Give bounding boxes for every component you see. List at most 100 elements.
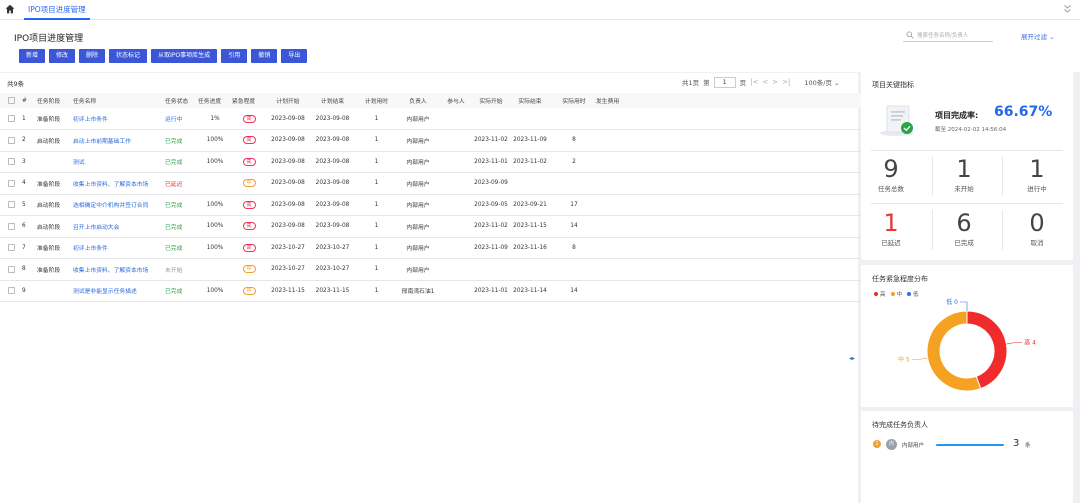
row-checkbox[interactable]	[0, 215, 22, 238]
table-row[interactable]: 5 启动阶段 选相确定中介机构并签订合同 已完成 100% 高 2023-09-08 2023…	[0, 194, 896, 216]
legend-item-medium[interactable]: 中	[890, 290, 902, 298]
row-checkbox[interactable]	[0, 172, 22, 195]
row-checkbox[interactable]	[0, 108, 22, 130]
participants-cell	[438, 215, 474, 238]
row-checkbox[interactable]	[0, 280, 22, 302]
col-plan-end[interactable]: 计划结束	[310, 93, 355, 108]
stat-cancelled[interactable]: 0 取消	[1007, 210, 1067, 247]
col-cost[interactable]: 发生费用	[596, 93, 640, 108]
stat-delayed[interactable]: 1 已延迟	[861, 210, 921, 247]
col-progress[interactable]: 任务进度	[198, 93, 232, 108]
stat-total[interactable]: 9 任务总数	[861, 156, 921, 193]
col-plan-start[interactable]: 计划开始	[266, 93, 310, 108]
table-row[interactable]: 8 准备阶段 收集上市资料、了解资本市场 未开始 中 2023-10-27 2023-10-…	[0, 258, 896, 281]
col-act-end[interactable]: 实际结束	[508, 93, 552, 108]
last-page-icon[interactable]: >|	[782, 78, 790, 86]
task-name-link[interactable]: 选相确定中介机构并签订合同	[73, 194, 165, 216]
plan-end-cell: 2023-10-27	[310, 237, 355, 259]
act-end-cell	[508, 108, 552, 130]
stat-label: 未开始	[954, 185, 974, 193]
task-name-link[interactable]: 收集上市资料、了解资本市场	[73, 172, 165, 195]
reference-button[interactable]: 引用	[221, 49, 248, 63]
prev-page-icon[interactable]: <	[762, 78, 768, 86]
table-row[interactable]: 4 准备阶段 收集上市资料、了解资本市场 已延迟中 2023-09-08 2023-09-…	[0, 172, 896, 195]
status-cell: 已完成	[165, 237, 198, 259]
col-owner[interactable]: 负责人	[398, 93, 438, 108]
task-name-link[interactable]: 测试是非能显示任务描述	[73, 280, 165, 302]
owner-cell: 内部用户	[398, 108, 438, 130]
add-button[interactable]: 新增	[19, 49, 46, 63]
col-status[interactable]: 任务状态	[165, 93, 198, 108]
task-name-link[interactable]: 初评上市条件	[73, 237, 165, 259]
row-checkbox[interactable]	[0, 258, 22, 281]
legend-item-low[interactable]: 低	[907, 290, 919, 298]
next-page-icon[interactable]: >	[772, 78, 778, 86]
plan-start-cell: 2023-09-08	[266, 215, 310, 238]
act-days-cell: 17	[552, 194, 596, 216]
delete-button[interactable]: 删除	[79, 49, 106, 63]
plan-days-cell: 1	[355, 108, 398, 130]
priority-chart-card: 高 4 中 5 低 0 任务紧急程度分布 高 中 低	[861, 265, 1073, 407]
task-name-link[interactable]: 初评上市条件	[73, 108, 165, 130]
tab-ipo-progress[interactable]: IPO项目进度管理	[24, 2, 90, 20]
act-start-cell	[474, 108, 508, 130]
col-task-name[interactable]: 任务名称	[73, 93, 165, 108]
task-name-link[interactable]: 测试	[73, 151, 165, 173]
stat-done[interactable]: 6 已完成	[934, 210, 994, 247]
status-mark-button[interactable]: 状态标记	[109, 49, 148, 63]
plan-end-cell: 2023-09-08	[310, 151, 355, 173]
table-row[interactable]: 1 准备阶段 初评上市条件 运行中 1% 高 2023-09-08 2023-09-08 1 内部…	[0, 108, 896, 130]
select-all-checkbox[interactable]	[0, 93, 22, 108]
row-checkbox[interactable]	[0, 129, 22, 152]
stage-cell: 准备阶段	[37, 108, 73, 130]
stage-cell	[37, 151, 73, 173]
col-act-days[interactable]: 实际用时	[552, 93, 596, 108]
expand-filter-button[interactable]: 展开过滤 ⌄	[1021, 31, 1055, 41]
status-cell: 已延迟	[165, 172, 198, 195]
table-row[interactable]: 6 启动阶段 召开上市启动大会 已完成 100% 高 2023-09-08 2023-09-0…	[0, 215, 896, 238]
search-input[interactable]: 搜索任务名称/负责人	[903, 28, 993, 42]
progress-cell: 1%	[198, 108, 232, 130]
col-plan-days[interactable]: 计划用时	[355, 93, 398, 108]
legend-item-high[interactable]: 高	[874, 290, 886, 298]
collapse-icon[interactable]	[1063, 4, 1072, 14]
home-icon[interactable]	[5, 4, 15, 14]
task-name-link[interactable]: 收集上市资料、了解资本市场	[73, 258, 165, 281]
col-participants[interactable]: 参与人	[438, 93, 474, 108]
row-index: 9	[22, 280, 37, 302]
owner-row[interactable]: 1 内 内部用户 3 条	[873, 438, 1068, 451]
revoke-button[interactable]: 撤销	[251, 49, 278, 63]
table-row[interactable]: 2 启动阶段 启动上市前期基础工作 已完成 100% 高 2023-09-08 2023-09…	[0, 129, 896, 152]
plan-start-cell: 2023-09-08	[266, 172, 310, 195]
row-checkbox[interactable]	[0, 237, 22, 259]
col-act-start[interactable]: 实际开始	[474, 93, 508, 108]
export-button[interactable]: 导出	[281, 49, 308, 63]
stat-in-progress[interactable]: 1 进行中	[1007, 156, 1067, 193]
plan-days-cell: 1	[355, 215, 398, 238]
row-checkbox[interactable]	[0, 151, 22, 173]
first-page-icon[interactable]: |<	[750, 78, 758, 86]
stat-not-started[interactable]: 1 未开始	[934, 156, 994, 193]
col-priority[interactable]: 紧急程度	[232, 93, 266, 108]
stat-label: 已延迟	[881, 239, 901, 247]
page-label: 第	[703, 79, 710, 87]
edit-button[interactable]: 修改	[49, 49, 76, 63]
table-row[interactable]: 9 测试是非能显示任务描述 已完成 100% 中 2023-11-15 2023-11-15…	[0, 280, 896, 302]
toolbar: 新增 修改 删除 状态标记 从取IPO事项库生成 引用 撤销 导出	[19, 49, 308, 63]
generate-from-library-button[interactable]: 从取IPO事项库生成	[151, 49, 218, 63]
plan-end-cell: 2023-10-27	[310, 258, 355, 281]
participants-cell	[438, 129, 474, 152]
stat-label: 进行中	[1027, 185, 1047, 193]
row-index: 5	[22, 194, 37, 216]
table-row[interactable]: 7 准备阶段 初评上市条件 已完成 100% 高 2023-10-27 2023-10-27 1…	[0, 237, 896, 259]
table-row[interactable]: 3 测试 已完成 100% 高 2023-09-08 2023-09-08 1 内部用户 2023…	[0, 151, 896, 173]
owner-cell: 邢南湾石油1	[398, 280, 438, 302]
scroll-arrows-icon[interactable]: ◂▸	[849, 355, 855, 362]
label-line	[911, 357, 928, 360]
page-size-select[interactable]: 100条/页 ⌄	[804, 77, 839, 87]
page-number-input[interactable]: 1	[713, 76, 736, 88]
task-name-link[interactable]: 召开上市启动大会	[73, 215, 165, 238]
task-name-link[interactable]: 启动上市前期基础工作	[73, 129, 165, 152]
row-checkbox[interactable]	[0, 194, 22, 216]
col-stage[interactable]: 任务阶段	[37, 93, 73, 108]
